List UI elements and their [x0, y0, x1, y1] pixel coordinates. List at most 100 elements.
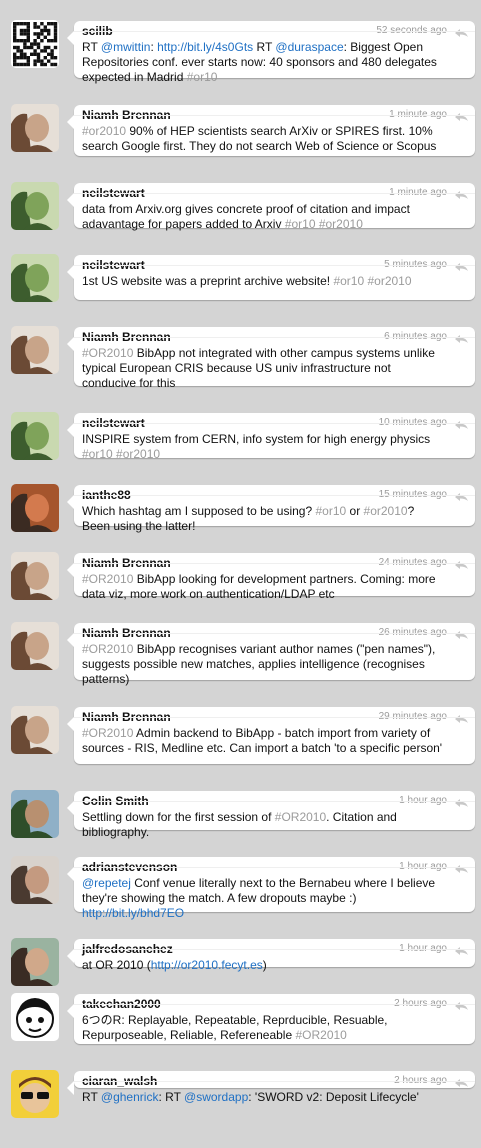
- tweet-bubble: adrianstevenson 1 hour ago @repetej Conf v…: [67, 857, 475, 920]
- tweet-timestamp[interactable]: 15 minutes ago: [379, 489, 447, 500]
- reply-arrow-icon[interactable]: [454, 861, 469, 873]
- reply-arrow-icon[interactable]: [454, 627, 469, 639]
- tweet-text-segment: or: [346, 504, 364, 518]
- tweet-timestamp[interactable]: 1 hour ago: [399, 943, 447, 954]
- reply-arrow-icon[interactable]: [454, 943, 469, 955]
- tweet-item: Niamh Brennan 1 minute ago #or2010 90% of …: [0, 84, 481, 162]
- tweet-text: INSPIRE system from CERN, info system fo…: [82, 432, 445, 462]
- hashtag-link[interactable]: #OR2010: [82, 346, 133, 360]
- reply-arrow-icon[interactable]: [454, 331, 469, 343]
- tweet-timestamp[interactable]: 1 hour ago: [399, 795, 447, 806]
- qr-code-avatar[interactable]: [11, 20, 59, 68]
- user-photo-avatar[interactable]: [11, 412, 59, 460]
- tweet-timestamp[interactable]: 29 minutes ago: [379, 711, 447, 722]
- tweet-timestamp[interactable]: 26 minutes ago: [379, 627, 447, 638]
- user-photo-avatar[interactable]: [11, 484, 59, 532]
- reply-arrow-icon[interactable]: [454, 711, 469, 723]
- user-photo-avatar[interactable]: [11, 326, 59, 374]
- tweet-link[interactable]: @repetej: [82, 876, 131, 890]
- tweet-timeline: scilib 52 seconds ago RT @mwittin: http://…: [0, 0, 481, 1148]
- hashtag-link[interactable]: #OR2010: [82, 726, 133, 740]
- tweet-text: RT @mwittin: http://bit.ly/4s0Gts RT @du…: [82, 40, 445, 85]
- tweet-bubble: Niamh Brennan 29 minutes ago #OR2010 Admin…: [67, 707, 475, 764]
- user-photo-avatar[interactable]: [11, 254, 59, 302]
- tweet-username[interactable]: ciaran_walsh: [82, 1074, 445, 1088]
- tweet-text-segment: BibApp looking for development partners.…: [82, 572, 436, 601]
- tweet-text: data from Arxiv.org gives concrete proof…: [82, 202, 445, 232]
- user-photo-avatar[interactable]: [11, 622, 59, 670]
- tweet-timestamp[interactable]: 10 minutes ago: [379, 417, 447, 428]
- reply-arrow-icon[interactable]: [454, 1075, 469, 1087]
- tweet-text: #or2010 90% of HEP scientists search ArX…: [82, 124, 445, 154]
- tweet-timestamp[interactable]: 1 minute ago: [389, 109, 447, 120]
- hashtag-link[interactable]: #or10 #or2010: [285, 217, 363, 231]
- tweet-link[interactable]: @mwittin: [101, 40, 151, 54]
- user-photo-avatar[interactable]: [11, 856, 59, 904]
- cartoon-avatar[interactable]: [11, 1070, 59, 1118]
- tweet-link[interactable]: http://or2010.fecyt.es: [151, 958, 263, 972]
- tweet-item: Niamh Brennan 6 minutes ago #OR2010 BibApp…: [0, 306, 481, 392]
- tweet-text-segment: RT: [253, 40, 276, 54]
- reply-arrow-icon[interactable]: [454, 109, 469, 121]
- tweet-text-segment: ): [262, 958, 267, 972]
- user-photo-avatar[interactable]: [11, 104, 59, 152]
- reply-arrow-icon[interactable]: [454, 795, 469, 807]
- tweet-bubble: Colin Smith 1 hour ago Settling down for t…: [67, 791, 475, 839]
- tweet-timestamp[interactable]: 2 hours ago: [394, 1075, 447, 1086]
- hashtag-link[interactable]: #OR2010: [82, 642, 133, 656]
- cartoon-avatar[interactable]: [11, 993, 59, 1041]
- reply-arrow-icon[interactable]: [454, 25, 469, 37]
- user-photo-avatar[interactable]: [11, 706, 59, 754]
- tweet-text-segment: Admin backend to BibApp - batch import f…: [82, 726, 443, 755]
- tweet-username[interactable]: jalfredosanchez: [82, 942, 445, 956]
- tweet-timestamp[interactable]: 52 seconds ago: [376, 25, 447, 36]
- tweet-item: Niamh Brennan 29 minutes ago #OR2010 Admin…: [0, 686, 481, 770]
- tweet-timestamp[interactable]: 24 minutes ago: [379, 557, 447, 568]
- hashtag-link[interactable]: #OR2010: [82, 572, 133, 586]
- tweet-timestamp[interactable]: 1 hour ago: [399, 861, 447, 872]
- tweet-bubble: Niamh Brennan 26 minutes ago #OR2010 BibAp…: [67, 623, 475, 686]
- tweet-link[interactable]: @duraspace: [275, 40, 343, 54]
- tweet-bubble: Niamh Brennan 24 minutes ago #OR2010 BibAp…: [67, 553, 475, 601]
- tweet-bubble: takechan2000 2 hours ago 6つのR: Replayable,…: [67, 994, 475, 1044]
- reply-arrow-icon[interactable]: [454, 998, 469, 1010]
- tweet-bubble: neilstewart 1 minute ago data from Arxiv.o…: [67, 183, 475, 231]
- tweet-timestamp[interactable]: 6 minutes ago: [384, 331, 447, 342]
- tweet-text-segment: RT: [82, 1090, 101, 1104]
- tweet-item: adrianstevenson 1 hour ago @repetej Conf v…: [0, 836, 481, 920]
- hashtag-link[interactable]: #OR2010: [275, 810, 326, 824]
- hashtag-link[interactable]: #or2010: [82, 124, 126, 138]
- tweet-text-segment: : 'SWORD v2: Deposit Lifecycle': [248, 1090, 419, 1104]
- tweet-username[interactable]: adrianstevenson: [82, 860, 445, 874]
- tweet-text-segment: BibApp not integrated with other campus …: [82, 346, 435, 390]
- tweet-timestamp[interactable]: 1 minute ago: [389, 187, 447, 198]
- hashtag-link[interactable]: #or10: [187, 70, 218, 84]
- tweet-link[interactable]: @ghenrick: [101, 1090, 159, 1104]
- reply-arrow-icon[interactable]: [454, 259, 469, 271]
- tweet-bubble: neilstewart 5 minutes ago 1st US website w…: [67, 255, 475, 300]
- hashtag-link[interactable]: #OR2010: [295, 1028, 346, 1042]
- tweet-item: ciaran_walsh 2 hours ago RT @ghenrick: RT …: [0, 1050, 481, 1118]
- user-photo-avatar[interactable]: [11, 552, 59, 600]
- tweet-timestamp[interactable]: 2 hours ago: [394, 998, 447, 1009]
- user-photo-avatar[interactable]: [11, 790, 59, 838]
- tweet-link[interactable]: @swordapp: [184, 1090, 248, 1104]
- tweet-text-segment: 90% of HEP scientists search ArXiv or SP…: [82, 124, 437, 153]
- hashtag-link[interactable]: #or10 #or2010: [82, 447, 160, 461]
- reply-arrow-icon[interactable]: [454, 187, 469, 199]
- reply-arrow-icon[interactable]: [454, 489, 469, 501]
- tweet-username[interactable]: takechan2000: [82, 997, 445, 1011]
- tweet-text: @repetej Conf venue literally next to th…: [82, 876, 445, 921]
- tweet-timestamp[interactable]: 5 minutes ago: [384, 259, 447, 270]
- user-photo-avatar[interactable]: [11, 182, 59, 230]
- tweet-bubble: ciaran_walsh 2 hours ago RT @ghenrick: RT …: [67, 1071, 475, 1104]
- tweet-item: neilstewart 5 minutes ago 1st US website w…: [0, 234, 481, 306]
- hashtag-link[interactable]: #or10: [315, 504, 346, 518]
- reply-arrow-icon[interactable]: [454, 417, 469, 429]
- hashtag-link[interactable]: #or2010: [364, 504, 408, 518]
- tweet-item: scilib 52 seconds ago RT @mwittin: http://…: [0, 0, 481, 84]
- reply-arrow-icon[interactable]: [454, 557, 469, 569]
- tweet-link[interactable]: http://bit.ly/4s0Gts: [157, 40, 253, 54]
- tweet-username[interactable]: Colin Smith: [82, 794, 445, 808]
- hashtag-link[interactable]: #or10 #or2010: [333, 274, 411, 288]
